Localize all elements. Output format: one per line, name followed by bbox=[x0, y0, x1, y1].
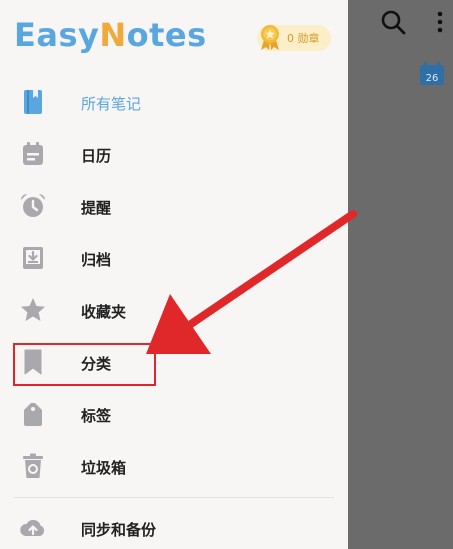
brand-part-easy: Easy bbox=[14, 16, 100, 54]
menu-item-label: 归档 bbox=[81, 251, 112, 269]
archive-icon bbox=[23, 247, 43, 269]
notebook-icon bbox=[24, 90, 42, 114]
calendar-badge-day: 26 bbox=[426, 73, 439, 84]
trash-icon bbox=[23, 453, 43, 478]
tag-icon bbox=[24, 403, 42, 426]
menu-item-label: 同步和备份 bbox=[81, 521, 157, 539]
medal-icon bbox=[261, 25, 279, 50]
menu-item-tags[interactable]: 标签 bbox=[0, 388, 348, 440]
brand-part-otes: otes bbox=[126, 16, 207, 54]
menu-item-reminders[interactable]: 提醒 bbox=[0, 180, 348, 232]
menu-divider bbox=[14, 497, 334, 498]
medal-count-text: 0 勋章 bbox=[287, 32, 320, 45]
brand-part-n: N bbox=[99, 16, 127, 54]
menu-item-sync-backup[interactable]: 同步和备份 bbox=[0, 502, 348, 549]
calendar-icon bbox=[23, 142, 43, 165]
star-icon bbox=[21, 298, 45, 321]
alarm-clock-icon bbox=[21, 194, 45, 217]
menu-item-label: 所有笔记 bbox=[81, 95, 142, 113]
more-vert-icon[interactable] bbox=[433, 8, 447, 36]
menu-item-label: 日历 bbox=[81, 147, 112, 165]
menu-item-trash[interactable]: 垃圾箱 bbox=[0, 440, 348, 492]
top-actions bbox=[343, 8, 453, 36]
menu-item-label: 收藏夹 bbox=[81, 303, 127, 321]
navigation-drawer: EasyNotes 0 勋章 所有笔记 日历 提醒 归档 收藏夹 分类 标签 垃… bbox=[0, 0, 348, 549]
cloud-upload-icon bbox=[20, 519, 45, 536]
menu-item-favorites[interactable]: 收藏夹 bbox=[0, 284, 348, 336]
search-icon[interactable] bbox=[379, 8, 407, 36]
menu-item-label: 垃圾箱 bbox=[81, 459, 127, 477]
menu-item-calendar[interactable]: 日历 bbox=[0, 128, 348, 180]
menu-item-all-notes[interactable]: 所有笔记 bbox=[0, 76, 348, 128]
annotation-highlight-box bbox=[13, 343, 156, 386]
app-logo: EasyNotes bbox=[14, 16, 207, 54]
menu-item-archive[interactable]: 归档 bbox=[0, 232, 348, 284]
menu-item-label: 提醒 bbox=[81, 199, 112, 217]
calendar-badge-icon[interactable]: 26 bbox=[419, 62, 445, 86]
menu-item-label: 标签 bbox=[81, 407, 112, 425]
